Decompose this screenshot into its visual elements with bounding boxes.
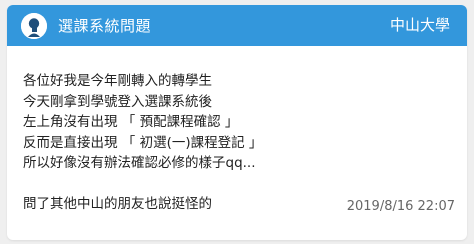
post-line: 今天剛拿到學號登入選課系統後 — [23, 93, 212, 110]
post-timestamp: 2019/8/16 22:07 — [346, 199, 455, 214]
page-background: 選課系統問題 中山大學 各位好我是今年剛轉入的轉學生 今天剛拿到學號登入選課系統… — [0, 0, 474, 244]
user-avatar-icon[interactable] — [21, 12, 47, 39]
post-line: 反而是直接出現 「 初選(一)課程登記 」 — [23, 134, 263, 151]
post-line: 所以好像沒有辦法確認必修的樣子qq... — [23, 155, 256, 171]
post-title: 選課系統問題 — [58, 17, 152, 35]
board-name[interactable]: 中山大學 — [390, 5, 450, 46]
post-line: 左上角沒有出現 「 預配課程確認 」 — [23, 114, 239, 130]
post-card[interactable]: 選課系統問題 中山大學 各位好我是今年剛轉入的轉學生 今天剛拿到學號登入選課系統… — [7, 5, 467, 240]
post-line: 各位好我是今年剛轉入的轉學生 — [23, 73, 212, 89]
post-line-blank — [23, 174, 467, 195]
post-body: 各位好我是今年剛轉入的轉學生 今天剛拿到學號登入選課系統後 左上角沒有出現 「 … — [7, 46, 467, 240]
post-header: 選課系統問題 中山大學 — [7, 5, 467, 46]
